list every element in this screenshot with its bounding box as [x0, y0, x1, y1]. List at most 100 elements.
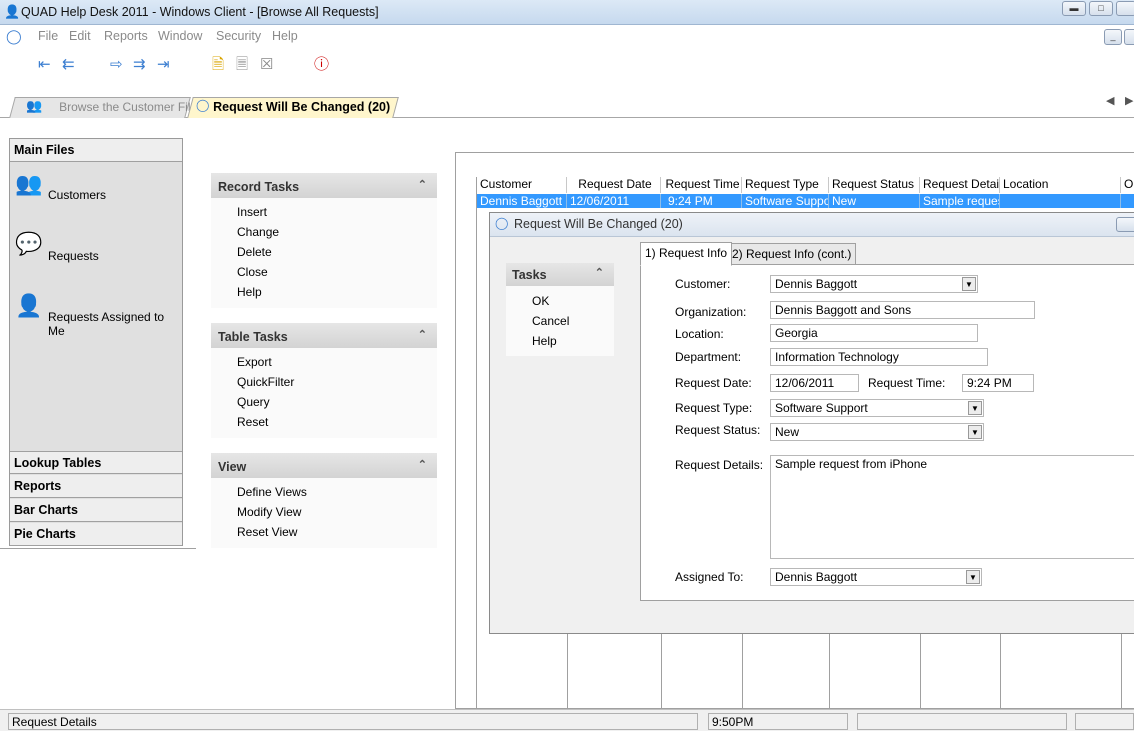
grid-line [829, 634, 830, 709]
reports-header[interactable]: Reports [10, 475, 182, 498]
menu-window[interactable]: Window [158, 29, 202, 43]
maximize-button[interactable]: □ [1089, 1, 1113, 16]
delete-document-icon[interactable]: ☒ [260, 57, 273, 73]
task-define-views[interactable]: Define Views [211, 482, 437, 502]
menu-reports[interactable]: Reports [104, 29, 148, 43]
last-record-icon[interactable]: ⇥ [157, 57, 170, 73]
location-field[interactable]: Georgia [770, 324, 978, 342]
column-header-request-date[interactable]: Request Date [567, 177, 661, 193]
record-tasks-header[interactable]: Record Tasks ⌃ [211, 173, 437, 198]
chevron-down-icon[interactable]: ▼ [968, 401, 982, 415]
chevron-down-icon[interactable]: ▼ [966, 570, 980, 584]
mdi-restore-button[interactable] [1124, 29, 1134, 45]
task-delete[interactable]: Delete [211, 242, 437, 262]
department-field[interactable]: Information Technology [770, 348, 988, 366]
requests-icon: 💬 [15, 231, 43, 256]
view-header[interactable]: View ⌃ [211, 453, 437, 478]
column-header-request-details[interactable]: Request Details [920, 177, 1000, 193]
bar-charts-header[interactable]: Bar Charts [10, 499, 182, 522]
nav-customers[interactable]: Customers [48, 188, 106, 202]
request-status-dropdown[interactable]: New ▼ [770, 423, 984, 441]
view-panel: View ⌃ Define Views Modify View Reset Vi… [211, 453, 437, 548]
help-icon[interactable]: ⓘ [314, 57, 329, 73]
minimize-button[interactable]: ▬ [1062, 1, 1086, 16]
organization-label: Organization: [675, 305, 747, 319]
column-header-customer[interactable]: Customer [477, 177, 567, 193]
app-icon: 👤 [4, 4, 21, 19]
task-reset-view[interactable]: Reset View [211, 522, 437, 542]
navigation-pane: Main Files 👥 Customers 💬 Requests 👤 Requ… [9, 138, 183, 546]
column-header-location[interactable]: Location [1000, 177, 1121, 193]
close-button[interactable] [1116, 1, 1134, 16]
task-reset[interactable]: Reset [211, 412, 437, 432]
request-details-label: Request Details: [675, 458, 764, 472]
menu-help[interactable]: Help [272, 29, 298, 43]
nav-requests-assigned[interactable]: Requests Assigned to Me [48, 310, 182, 338]
dialog-title: Request Will Be Changed (20) [514, 217, 683, 231]
collapse-icon[interactable]: ⌃ [595, 266, 604, 279]
tab-label: Request Will Be Changed (20) [213, 100, 391, 114]
dialog-ok[interactable]: OK [506, 291, 614, 311]
tab-scroll-left-icon[interactable]: ◀ [1106, 94, 1114, 107]
customer-dropdown[interactable]: Dennis Baggott ▼ [770, 275, 978, 293]
request-time-field[interactable]: 9:24 PM [962, 374, 1034, 392]
chevron-down-icon[interactable]: ▼ [968, 425, 982, 439]
dialog-tasks-header[interactable]: Tasks ⌃ [506, 263, 614, 286]
menu-security[interactable]: Security [216, 29, 261, 43]
task-change[interactable]: Change [211, 222, 437, 242]
next-record-icon[interactable]: ⇨ [110, 57, 123, 73]
menu-edit[interactable]: Edit [69, 29, 91, 43]
organization-field[interactable]: Dennis Baggott and Sons [770, 301, 1035, 319]
dialog-tasks-title: Tasks [512, 268, 547, 282]
tab-scroll-right-icon[interactable]: ▶ [1125, 94, 1133, 107]
tab-request-info-cont[interactable]: 2) Request Info (cont.) [727, 243, 857, 265]
request-date-field[interactable]: 12/06/2011 [770, 374, 859, 392]
task-export[interactable]: Export [211, 352, 437, 372]
task-query[interactable]: Query [211, 392, 437, 412]
task-insert[interactable]: Insert [211, 202, 437, 222]
tab-request-will-be-changed[interactable]: Request Will Be Changed (20) [187, 97, 399, 118]
request-details-textarea[interactable]: Sample request from iPhone [770, 455, 1134, 559]
column-header-or[interactable]: Or [1121, 177, 1134, 193]
chevron-down-icon[interactable]: ▼ [962, 277, 976, 291]
request-time-label: Request Time: [868, 376, 946, 390]
nav-requests[interactable]: Requests [48, 249, 99, 263]
lookup-tables-header[interactable]: Lookup Tables [10, 451, 182, 474]
task-modify-view[interactable]: Modify View [211, 502, 437, 522]
new-document-icon[interactable]: 🗎 [212, 57, 224, 73]
menu-file[interactable]: File [38, 29, 58, 43]
dialog-close-button[interactable] [1116, 217, 1134, 232]
speech-bubble-icon: ◯ [495, 216, 509, 230]
grid-line [661, 634, 662, 709]
dialog-help[interactable]: Help [506, 331, 614, 351]
request-dialog: ◯ Request Will Be Changed (20) Tasks ⌃ O… [489, 212, 1134, 634]
task-close[interactable]: Close [211, 262, 437, 282]
column-header-request-type[interactable]: Request Type [742, 177, 829, 193]
speech-bubble-icon[interactable]: ◯ [6, 28, 22, 45]
tab-request-info[interactable]: 1) Request Info [640, 242, 733, 266]
pie-charts-header[interactable]: Pie Charts [10, 523, 182, 546]
first-record-icon[interactable]: ⇤ [38, 57, 51, 73]
request-type-dropdown[interactable]: Software Support ▼ [770, 399, 984, 417]
previous-page-icon[interactable]: ⇇ [62, 57, 75, 73]
column-header-request-time[interactable]: Request Time [661, 177, 742, 193]
table-tasks-header[interactable]: Table Tasks ⌃ [211, 323, 437, 348]
customer-value: Dennis Baggott [775, 277, 858, 291]
collapse-icon[interactable]: ⌃ [418, 328, 427, 341]
task-help[interactable]: Help [211, 282, 437, 302]
document-icon[interactable]: 🗏 [236, 57, 248, 73]
status-panel [1075, 713, 1134, 730]
column-header-request-status[interactable]: Request Status [829, 177, 920, 193]
collapse-icon[interactable]: ⌃ [418, 458, 427, 471]
next-page-icon[interactable]: ⇉ [133, 57, 146, 73]
main-files-header[interactable]: Main Files [10, 139, 182, 162]
grid-line [567, 634, 568, 709]
mdi-minimize-button[interactable]: _ [1104, 29, 1122, 45]
toolbar: ⇤ ⇇ ⇨ ⇉ ⇥ 🗎 🗏 ☒ ⓘ [0, 49, 1134, 89]
task-quickfilter[interactable]: QuickFilter [211, 372, 437, 392]
menu-bar: ◯ File Edit Reports Window Security Help… [0, 25, 1134, 49]
assigned-to-dropdown[interactable]: Dennis Baggott ▼ [770, 568, 982, 586]
department-label: Department: [675, 350, 742, 364]
collapse-icon[interactable]: ⌃ [418, 178, 427, 191]
dialog-cancel[interactable]: Cancel [506, 311, 614, 331]
